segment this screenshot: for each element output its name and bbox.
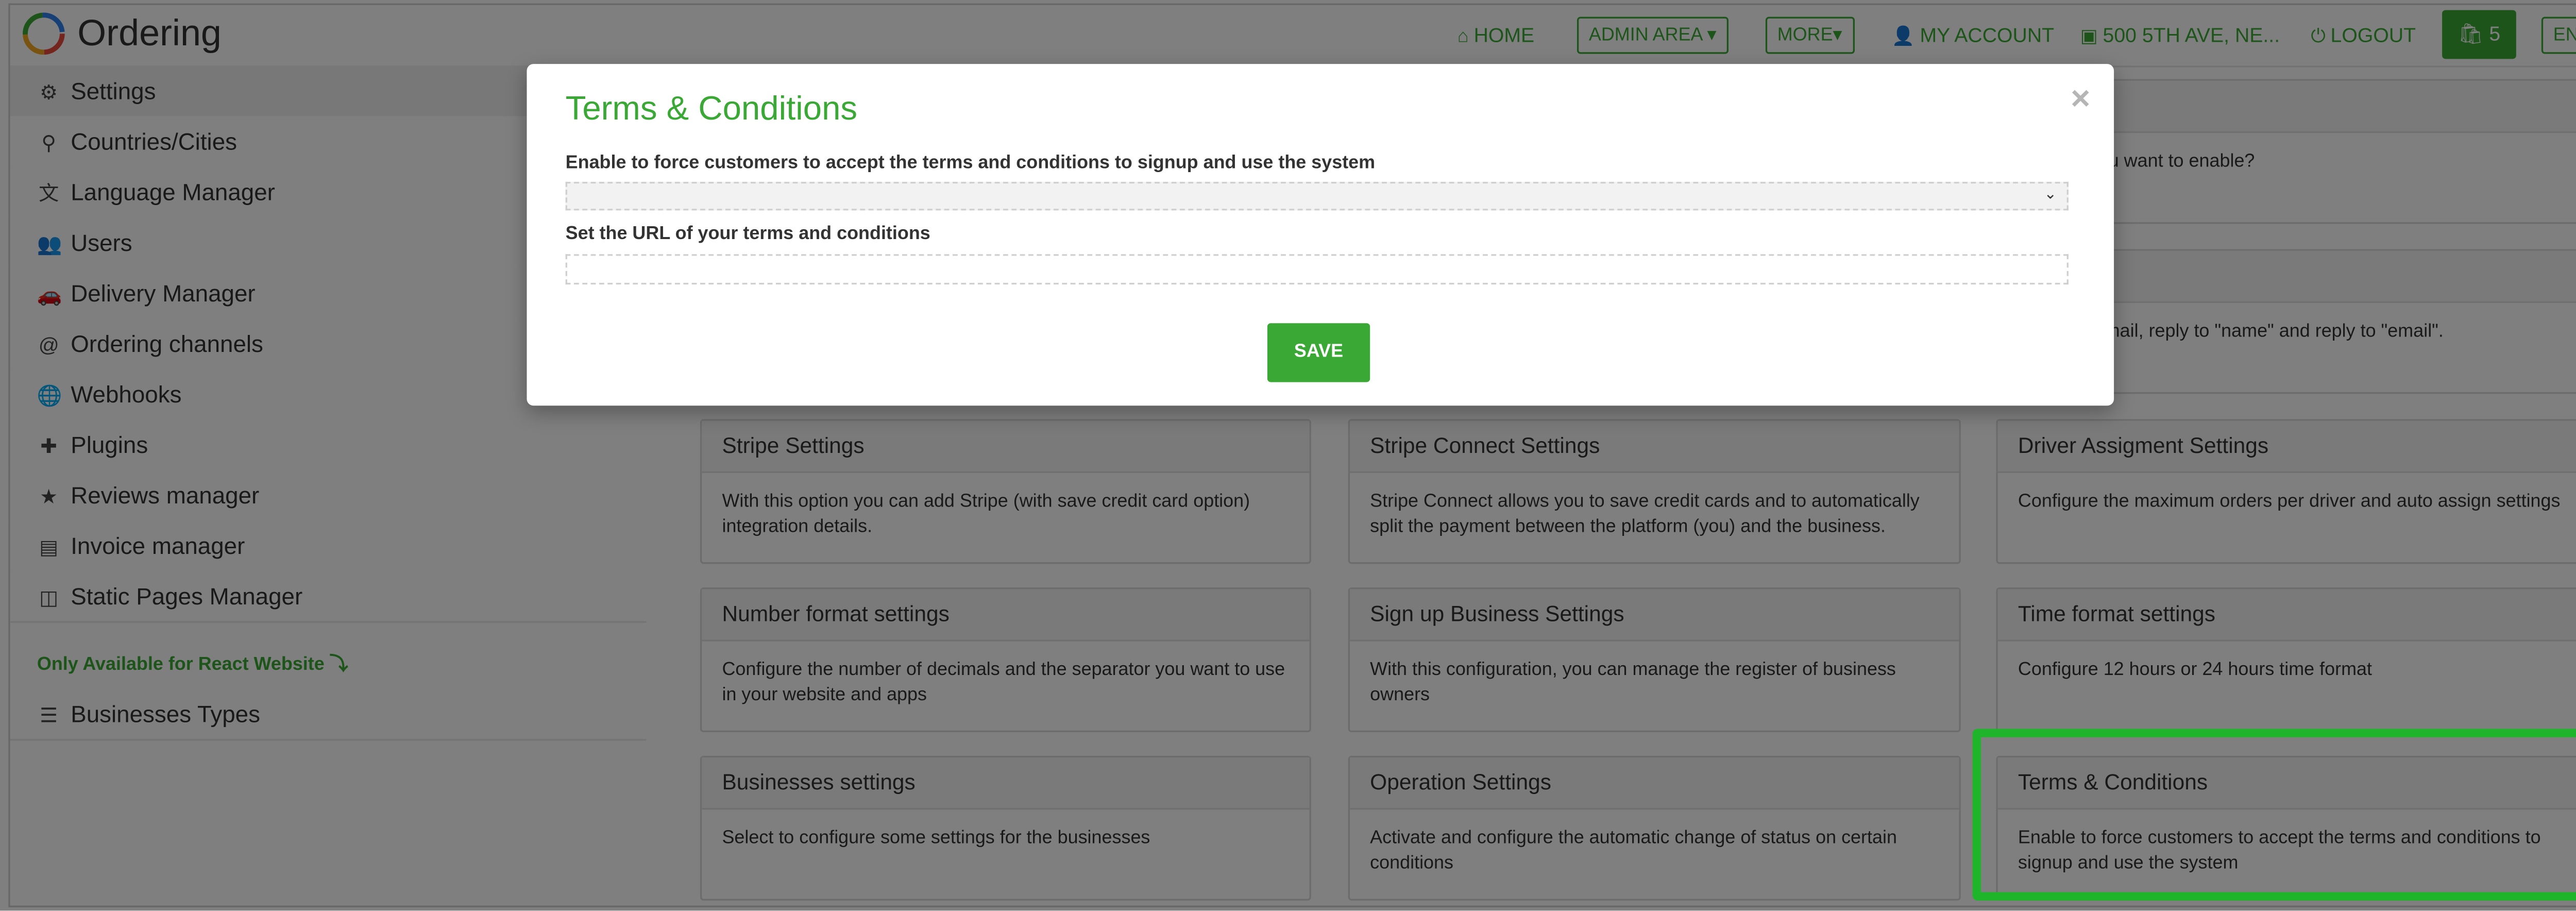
terms-url-input[interactable] <box>565 254 2069 285</box>
force-terms-label: Enable to force customers to accept the … <box>565 153 1376 174</box>
chevron-down-icon: ⌄ <box>2044 185 2057 203</box>
save-button[interactable]: SAVE <box>1267 323 1370 382</box>
terms-conditions-modal: Terms & Conditions × Enable to force cus… <box>527 64 2114 406</box>
terms-url-label: Set the URL of your terms and conditions <box>565 224 930 244</box>
force-terms-select[interactable]: ⌄ <box>565 181 2069 211</box>
close-icon[interactable]: × <box>2071 81 2090 120</box>
modal-title: Terms & Conditions <box>565 91 858 128</box>
terms-card-highlight <box>1972 729 2576 901</box>
